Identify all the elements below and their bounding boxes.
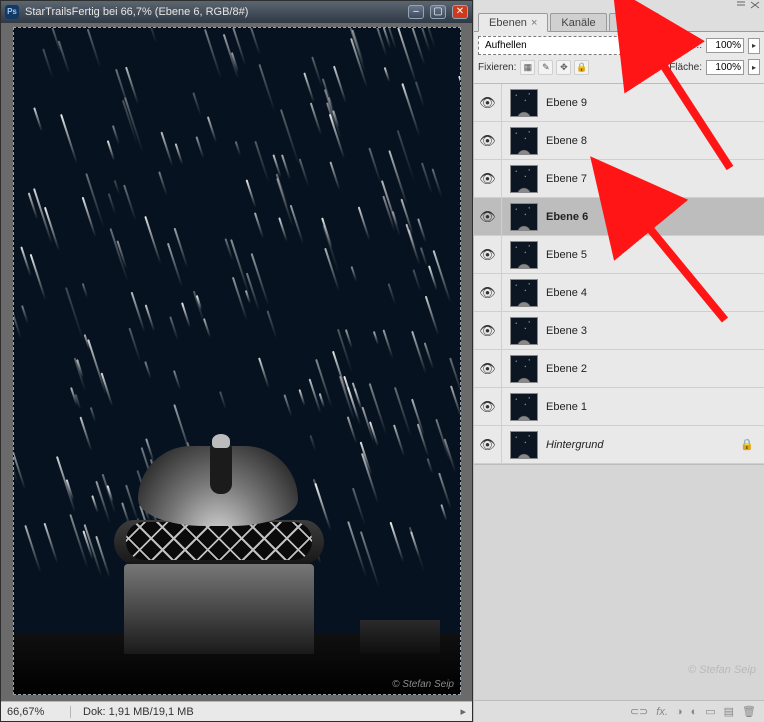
panel-tabs: Ebenen × Kanäle Pfade — [474, 10, 764, 32]
tab-channels[interactable]: Kanäle — [550, 13, 606, 31]
visibility-toggle[interactable]: 👁 — [474, 274, 502, 311]
layer-name[interactable]: Ebene 4 — [546, 287, 587, 299]
document-title: StarTrailsFertig bei 66,7% (Ebene 6, RGB… — [25, 6, 402, 18]
panel-strip — [474, 0, 764, 10]
layer-row-background[interactable]: 👁 Hintergrund 🔒 — [474, 426, 764, 464]
app-icon: Ps — [5, 5, 19, 19]
lock-transparency-icon[interactable]: ▦ — [520, 60, 535, 75]
layer-name[interactable]: Ebene 7 — [546, 173, 587, 185]
layer-name[interactable]: Ebene 9 — [546, 97, 587, 109]
layer-thumbnail[interactable] — [510, 317, 538, 345]
status-bar: 66,67% Dok: 1,91 MB/19,1 MB ▸ — [1, 701, 472, 721]
visibility-toggle[interactable]: 👁 — [474, 312, 502, 349]
layer-name[interactable]: Ebene 8 — [546, 135, 587, 147]
layer-thumbnail[interactable] — [510, 355, 538, 383]
lock-all-icon[interactable]: 🔒 — [574, 60, 589, 75]
opacity-stepper[interactable]: ▸ — [748, 38, 760, 54]
layer-thumbnail[interactable] — [510, 165, 538, 193]
panel-empty: © Stefan Seip — [474, 464, 764, 700]
visibility-toggle[interactable]: 👁 — [474, 122, 502, 159]
tab-layers-label: Ebenen — [489, 17, 527, 29]
lock-label: Fixieren: — [478, 62, 516, 73]
document-window: Ps StarTrailsFertig bei 66,7% (Ebene 6, … — [0, 0, 473, 722]
layer-name[interactable]: Ebene 5 — [546, 249, 587, 261]
doc-info: Dok: 1,91 MB/19,1 MB — [71, 706, 194, 718]
visibility-toggle[interactable]: 👁 — [474, 350, 502, 387]
close-tab-icon[interactable]: × — [531, 17, 537, 29]
canvas[interactable]: © Stefan Seip — [13, 27, 461, 695]
layer-thumbnail[interactable] — [510, 89, 538, 117]
mask-icon[interactable]: ◑ — [676, 706, 683, 718]
layer-name[interactable]: Hintergrund — [546, 439, 603, 451]
layer-name[interactable]: Ebene 2 — [546, 363, 587, 375]
titlebar: Ps StarTrailsFertig bei 66,7% (Ebene 6, … — [1, 1, 472, 23]
new-layer-icon[interactable]: ▤ — [724, 705, 734, 718]
layer-name[interactable]: Ebene 6 — [546, 211, 588, 223]
tab-layers[interactable]: Ebenen × — [478, 13, 548, 32]
layer-thumbnail[interactable] — [510, 241, 538, 269]
zoom-field[interactable]: 66,67% — [1, 706, 71, 718]
visibility-toggle[interactable]: 👁 — [474, 84, 502, 121]
minimize-button[interactable]: ‒ — [408, 5, 424, 19]
layer-name[interactable]: Ebene 3 — [546, 325, 587, 337]
layer-thumbnail[interactable] — [510, 393, 538, 421]
visibility-toggle[interactable]: 👁 — [474, 236, 502, 273]
layer-row[interactable]: 👁 Ebene 2 — [474, 350, 764, 388]
doc-info-menu[interactable]: ▸ — [454, 705, 472, 718]
fill-stepper[interactable]: ▸ — [748, 59, 760, 75]
collapse-icon[interactable] — [736, 1, 746, 9]
blend-mode-dropdown[interactable]: Aufhellen — [478, 36, 662, 55]
layer-thumbnail[interactable] — [510, 127, 538, 155]
close-panel-icon[interactable] — [750, 1, 760, 9]
visibility-toggle[interactable]: 👁 — [474, 388, 502, 425]
lock-position-icon[interactable]: ✥ — [556, 60, 571, 75]
visibility-toggle[interactable]: 👁 — [474, 198, 502, 235]
layer-row[interactable]: 👁 Ebene 1 — [474, 388, 764, 426]
lock-pixels-icon[interactable]: ✎ — [538, 60, 553, 75]
link-layers-icon[interactable]: ⊂⊃ — [630, 705, 648, 718]
blend-mode-select[interactable]: Aufhellen — [478, 36, 662, 55]
layer-thumbnail[interactable] — [510, 431, 538, 459]
canvas-area[interactable]: © Stefan Seip — [1, 23, 472, 701]
trash-icon[interactable]: 🗑 — [742, 705, 756, 718]
group-icon[interactable]: ▭ — [705, 705, 715, 718]
close-button[interactable]: ✕ — [452, 5, 468, 19]
layer-thumbnail[interactable] — [510, 203, 538, 231]
adjustment-icon[interactable]: ◐ — [691, 706, 698, 718]
layer-thumbnail[interactable] — [510, 279, 538, 307]
credit: © Stefan Seip — [688, 664, 756, 676]
image-watermark: © Stefan Seip — [392, 679, 454, 690]
layer-name[interactable]: Ebene 1 — [546, 401, 587, 413]
outbuilding — [360, 620, 440, 654]
maximize-button[interactable]: ▢ — [430, 5, 446, 19]
visibility-toggle[interactable]: 👁 — [474, 426, 502, 463]
fx-icon[interactable]: fx. — [656, 706, 668, 718]
observatory — [104, 424, 334, 654]
lock-icon: 🔒 — [740, 438, 754, 451]
tab-paths[interactable]: Pfade — [609, 13, 660, 31]
panel-footer: ⊂⊃ fx. ◑ ◐ ▭ ▤ 🗑 — [474, 700, 764, 722]
visibility-toggle[interactable]: 👁 — [474, 160, 502, 197]
